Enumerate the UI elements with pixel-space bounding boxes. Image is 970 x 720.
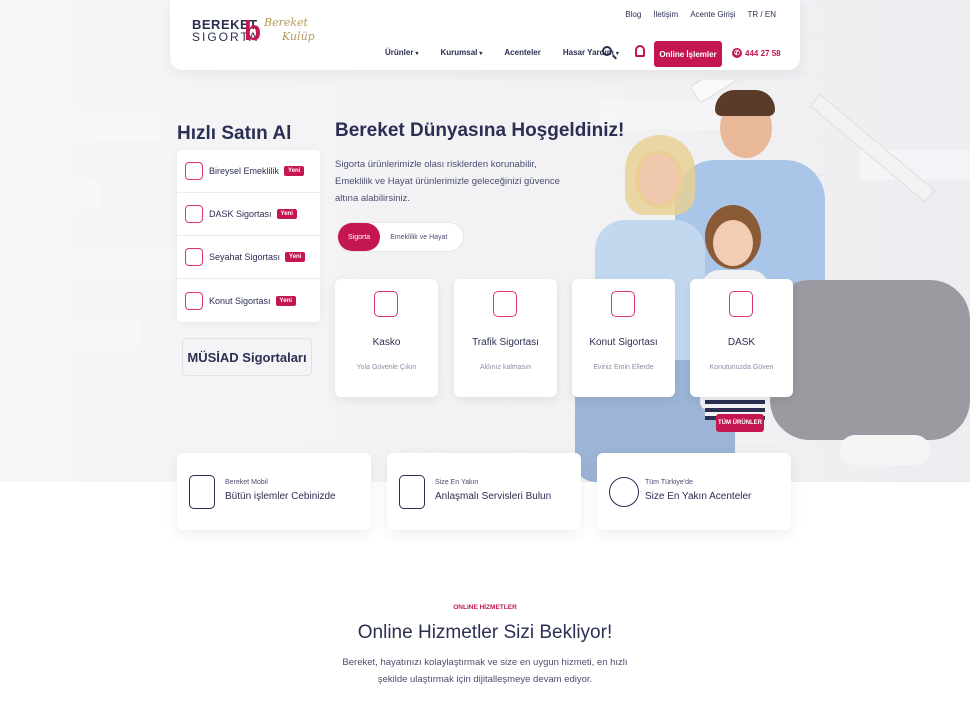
nav-urunler-label: Ürünler bbox=[385, 48, 414, 57]
bereket-kulup-logo[interactable]: Bereket Kulüp bbox=[264, 16, 315, 44]
new-badge: Yeni bbox=[285, 252, 306, 262]
top-links: Blog İletişim Acente Girişi TR / EN bbox=[625, 10, 776, 19]
quick-item-label: Bireysel Emeklilik bbox=[209, 166, 280, 176]
new-badge: Yeni bbox=[276, 209, 297, 219]
home-shield-icon bbox=[185, 291, 203, 310]
service-title: Bütün işlemler Cebinizde bbox=[225, 491, 336, 502]
tools-icon bbox=[399, 475, 425, 509]
online-section-text: Bereket, hayatınızı kolaylaştırmak ve si… bbox=[342, 657, 628, 685]
kulup-logo-line1: Bereket bbox=[264, 16, 308, 29]
phone-link[interactable]: ✆ 444 27 58 bbox=[732, 48, 781, 58]
welcome-text: Sigorta ürünlerimizle olası risklerden k… bbox=[335, 159, 560, 204]
nav-acenteler[interactable]: Acenteler bbox=[504, 48, 540, 57]
card-title: Kasko bbox=[372, 337, 401, 348]
bell-icon[interactable] bbox=[635, 45, 645, 57]
card-title: DASK bbox=[727, 337, 756, 348]
product-card-kasko[interactable]: Kasko Yola Güvenle Çıkın bbox=[335, 279, 438, 397]
new-badge: Yeni bbox=[284, 166, 305, 176]
iletisim-link[interactable]: İletişim bbox=[653, 10, 678, 19]
site-header: BEREKET SIGORTA b Bereket Kulüp Blog İle… bbox=[170, 0, 800, 70]
musiad-sigortalari-button[interactable]: MÜSİAD Sigortaları bbox=[182, 338, 312, 376]
product-card-dask[interactable]: DASK Konutunuzda Güven bbox=[690, 279, 793, 397]
phone-number: 444 27 58 bbox=[745, 48, 781, 58]
card-title: Trafik Sigortası bbox=[472, 337, 539, 348]
card-subtitle: Yola Güvenle Çıkın bbox=[356, 364, 417, 371]
card-subtitle: Eviniz Emin Ellerde bbox=[593, 364, 654, 371]
chevron-down-icon: ▾ bbox=[415, 51, 419, 57]
quick-item-konut[interactable]: Konut Sigortası Yeni bbox=[177, 279, 320, 322]
online-section-label: ONLINE HİZMETLER bbox=[453, 604, 517, 611]
tab-sigorta[interactable]: Sigorta bbox=[338, 223, 381, 251]
quick-item-seyahat[interactable]: Seyahat Sigortası Yeni bbox=[177, 236, 320, 279]
service-subtitle: Bereket Mobil bbox=[225, 479, 268, 486]
chevron-down-icon: ▾ bbox=[479, 51, 483, 57]
car-icon bbox=[374, 291, 398, 317]
new-badge: Yeni bbox=[275, 295, 296, 306]
service-box-servisler[interactable]: Size En Yakın Anlaşmalı Servisleri Bulun bbox=[387, 453, 581, 530]
nav-kurumsal[interactable]: Kurumsal ▾ bbox=[440, 48, 482, 57]
service-box-acenteler[interactable]: Tüm Türkiye'de Size En Yakın Acenteler bbox=[597, 453, 791, 530]
chevron-down-icon: ▾ bbox=[615, 51, 619, 57]
tab-emeklilik-hayat[interactable]: Emeklilik ve Hayat bbox=[380, 223, 457, 251]
product-card-konut[interactable]: Konut Sigortası Eviniz Emin Ellerde bbox=[572, 279, 675, 397]
mobile-phone-icon bbox=[189, 475, 215, 509]
phone-icon: ✆ bbox=[732, 48, 742, 58]
house-icon bbox=[185, 205, 203, 223]
service-title: Size En Yakın Acenteler bbox=[645, 491, 752, 502]
online-islemler-button[interactable]: Online İşlemler bbox=[654, 41, 722, 67]
service-title: Anlaşmalı Servisleri Bulun bbox=[435, 491, 552, 502]
service-subtitle: Size En Yakın bbox=[435, 479, 479, 486]
quick-buy-title: Hızlı Satın Al bbox=[177, 123, 292, 144]
service-box-mobil[interactable]: Bereket Mobil Bütün işlemler Cebinizde bbox=[177, 453, 371, 530]
product-tabs: Sigorta Emeklilik ve Hayat bbox=[337, 222, 464, 252]
home-icon bbox=[611, 291, 635, 317]
service-subtitle: Tüm Türkiye'de bbox=[645, 479, 693, 486]
kulup-logo-line2: Kulüp bbox=[282, 30, 315, 43]
pension-icon bbox=[185, 162, 203, 180]
building-icon bbox=[729, 291, 753, 317]
card-title: Konut Sigortası bbox=[589, 337, 658, 348]
quick-item-bireysel-emeklilik[interactable]: Bireysel Emeklilik Yeni bbox=[177, 150, 320, 193]
card-subtitle: Konutunuzda Güven bbox=[709, 364, 774, 371]
traffic-icon bbox=[493, 291, 517, 317]
quick-item-dask[interactable]: DASK Sigortası Yeni bbox=[177, 193, 320, 236]
location-arrow-icon bbox=[609, 477, 639, 507]
search-icon[interactable] bbox=[602, 46, 612, 56]
card-subtitle: Aklınız kalmasın bbox=[480, 364, 531, 371]
main-nav: Ürünler ▾ Kurumsal ▾ Acenteler Hasar Yardı… bbox=[385, 48, 619, 57]
quick-buy-list: Bireysel Emeklilik Yeni DASK Sigortası Y… bbox=[177, 150, 320, 322]
language-switch[interactable]: TR / EN bbox=[748, 10, 776, 19]
quick-item-label: Seyahat Sigortası bbox=[209, 252, 281, 262]
blog-link[interactable]: Blog bbox=[625, 10, 641, 19]
nav-kurumsal-label: Kurumsal bbox=[440, 48, 478, 57]
quick-item-label: Konut Sigortası bbox=[209, 295, 271, 306]
welcome-title: Bereket Dünyasına Hoşgeldiniz! bbox=[335, 120, 625, 141]
quick-item-label: DASK Sigortası bbox=[209, 209, 272, 219]
nav-urunler[interactable]: Ürünler ▾ bbox=[385, 48, 418, 57]
all-products-button[interactable]: TÜM ÜRÜNLER bbox=[716, 414, 764, 432]
acente-girisi-link[interactable]: Acente Girişi bbox=[690, 10, 735, 19]
online-section-title: Online Hizmetler Sizi Bekliyor! bbox=[357, 622, 613, 643]
product-card-trafik[interactable]: Trafik Sigortası Aklınız kalmasın bbox=[454, 279, 557, 397]
travel-icon bbox=[185, 248, 203, 266]
logo-mark: b bbox=[244, 15, 262, 46]
bereket-logo[interactable]: BEREKET SIGORTA b bbox=[192, 15, 262, 46]
